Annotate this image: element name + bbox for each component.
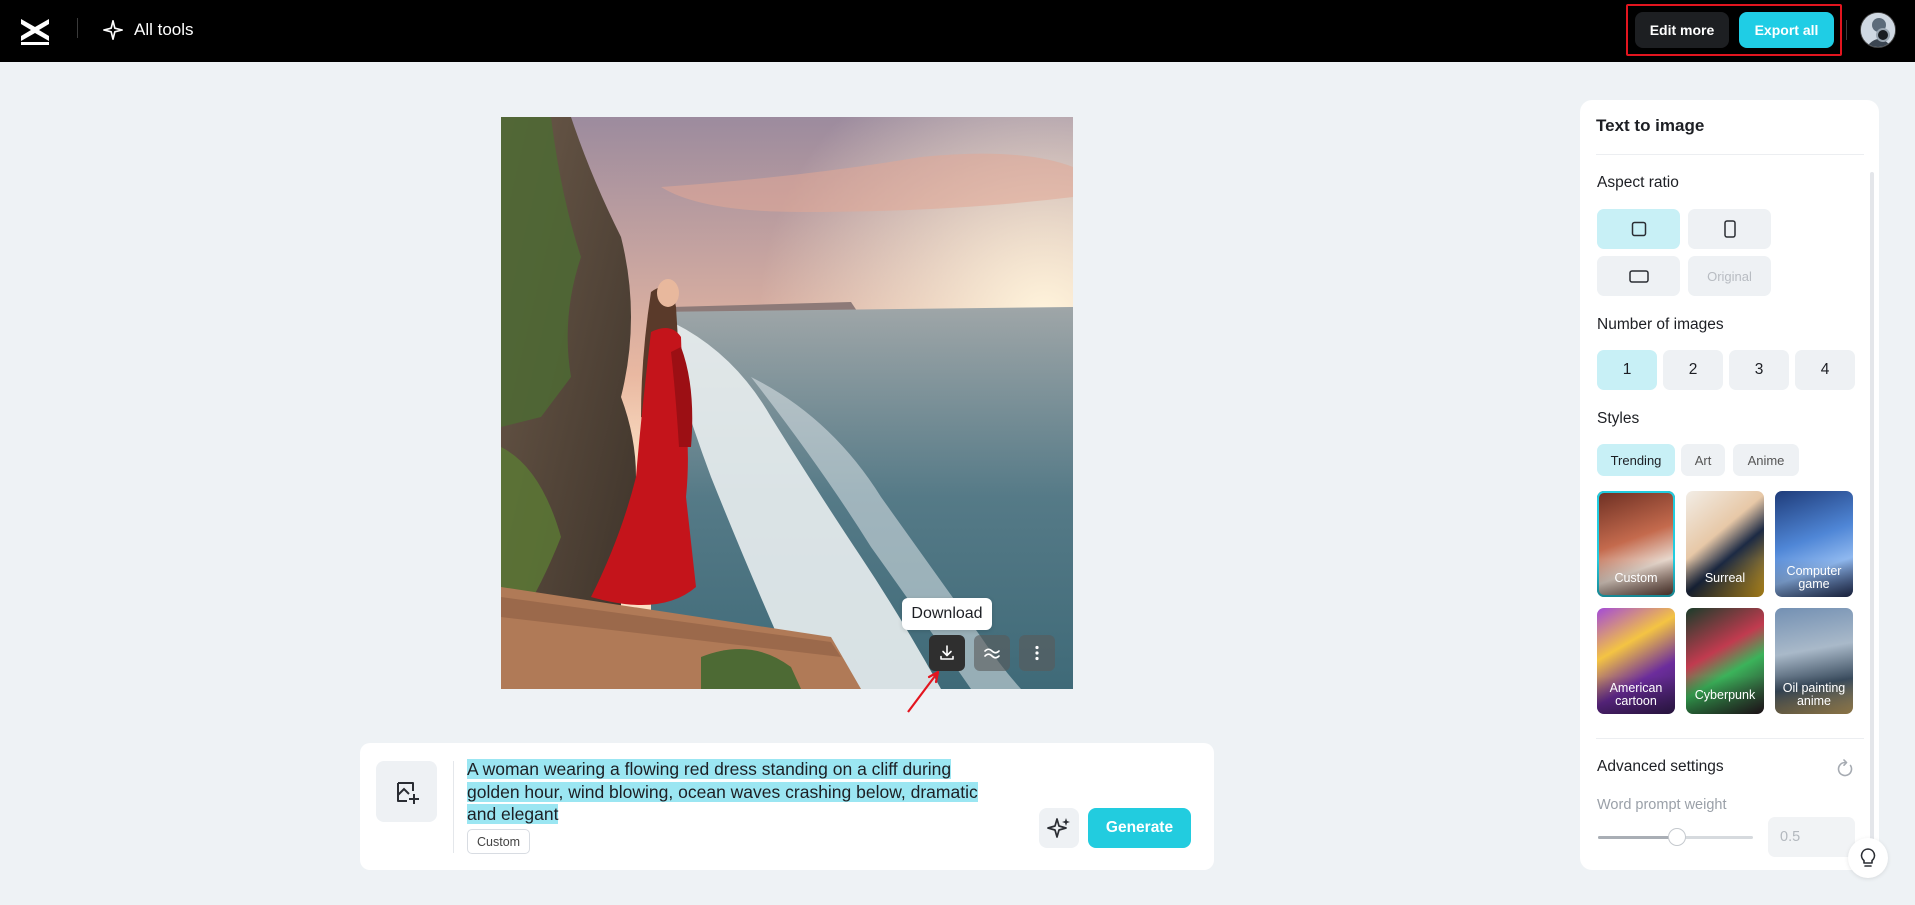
aspect-square-button[interactable] <box>1597 209 1680 249</box>
variation-button[interactable] <box>974 635 1010 671</box>
slider-fill <box>1598 836 1676 839</box>
help-button[interactable] <box>1848 838 1888 878</box>
advanced-settings-label: Advanced settings <box>1597 758 1724 776</box>
export-all-button[interactable]: Export all <box>1739 12 1834 48</box>
divider <box>1596 154 1864 155</box>
style-card-label: Oil painting anime <box>1775 676 1853 714</box>
all-tools-button[interactable]: All tools <box>102 15 194 45</box>
all-tools-label: All tools <box>134 20 194 40</box>
variation-icon <box>982 643 1002 663</box>
num-images-1-button[interactable]: 1 <box>1597 350 1657 390</box>
num-images-4-button[interactable]: 4 <box>1795 350 1855 390</box>
more-options-button[interactable] <box>1019 635 1055 671</box>
prompt-card: A woman wearing a flowing red dress stan… <box>360 743 1214 870</box>
style-card-cyberpunk[interactable]: Cyberpunk <box>1686 608 1764 714</box>
style-card-label: Surreal <box>1686 559 1764 597</box>
style-card-custom[interactable]: Custom <box>1597 491 1675 597</box>
top-bar: All tools Edit more Export all <box>0 0 1915 62</box>
aspect-portrait-button[interactable] <box>1688 209 1771 249</box>
reset-icon[interactable] <box>1835 759 1855 779</box>
prompt-magic-button[interactable] <box>1039 808 1079 848</box>
style-card-american-cartoon[interactable]: American cartoon <box>1597 608 1675 714</box>
style-tag[interactable]: Custom <box>467 829 530 854</box>
edit-more-button[interactable]: Edit more <box>1635 12 1729 48</box>
prompt-input[interactable]: A woman wearing a flowing red dress stan… <box>467 758 1007 826</box>
divider <box>1596 738 1864 739</box>
generate-button[interactable]: Generate <box>1088 808 1191 848</box>
avatar[interactable] <box>1860 12 1896 48</box>
portrait-ratio-icon <box>1722 220 1738 238</box>
style-card-surreal[interactable]: Surreal <box>1686 491 1764 597</box>
style-card-label: Custom <box>1597 559 1675 597</box>
aspect-original-button: Original <box>1688 256 1771 296</box>
number-of-images-label: Number of images <box>1597 316 1724 334</box>
style-card-label: Computer game <box>1775 559 1853 597</box>
divider <box>1846 20 1847 40</box>
prompt-text: A woman wearing a flowing red dress stan… <box>467 759 978 824</box>
more-icon <box>1027 643 1047 663</box>
aspect-ratio-label: Aspect ratio <box>1597 174 1679 192</box>
style-card-label: Cyberpunk <box>1686 676 1764 714</box>
panel-title: Text to image <box>1596 116 1704 136</box>
avatar-image <box>1861 13 1896 48</box>
num-images-3-button[interactable]: 3 <box>1729 350 1789 390</box>
style-card-label: American cartoon <box>1597 676 1675 714</box>
capcut-logo-icon[interactable] <box>18 16 52 46</box>
styles-label: Styles <box>1597 410 1639 428</box>
lightbulb-icon <box>1857 847 1879 869</box>
add-reference-image-button[interactable] <box>376 761 437 822</box>
divider <box>77 18 78 38</box>
word-prompt-weight-label: Word prompt weight <box>1597 797 1726 813</box>
style-card-computer-game[interactable]: Computer game <box>1775 491 1853 597</box>
sparkle-icon <box>1047 816 1071 840</box>
tab-trending[interactable]: Trending <box>1597 444 1675 476</box>
divider <box>453 761 454 853</box>
aspect-landscape-button[interactable] <box>1597 256 1680 296</box>
style-card-oil-painting-anime[interactable]: Oil painting anime <box>1775 608 1853 714</box>
word-prompt-weight-input[interactable]: 0.5 <box>1768 817 1855 857</box>
slider-handle[interactable] <box>1668 828 1686 846</box>
text-to-image-panel: Text to image Aspect ratio Original Numb… <box>1580 100 1879 870</box>
tab-anime[interactable]: Anime <box>1733 444 1799 476</box>
tab-art[interactable]: Art <box>1681 444 1725 476</box>
add-image-icon <box>394 779 420 805</box>
panel-scrollbar[interactable] <box>1870 172 1874 862</box>
annotation-arrow-icon <box>900 664 950 714</box>
landscape-ratio-icon <box>1629 269 1649 283</box>
square-ratio-icon <box>1631 221 1647 237</box>
download-tooltip: Download <box>902 598 992 630</box>
num-images-2-button[interactable]: 2 <box>1663 350 1723 390</box>
download-icon <box>937 643 957 663</box>
sparkle-icon <box>102 19 124 41</box>
